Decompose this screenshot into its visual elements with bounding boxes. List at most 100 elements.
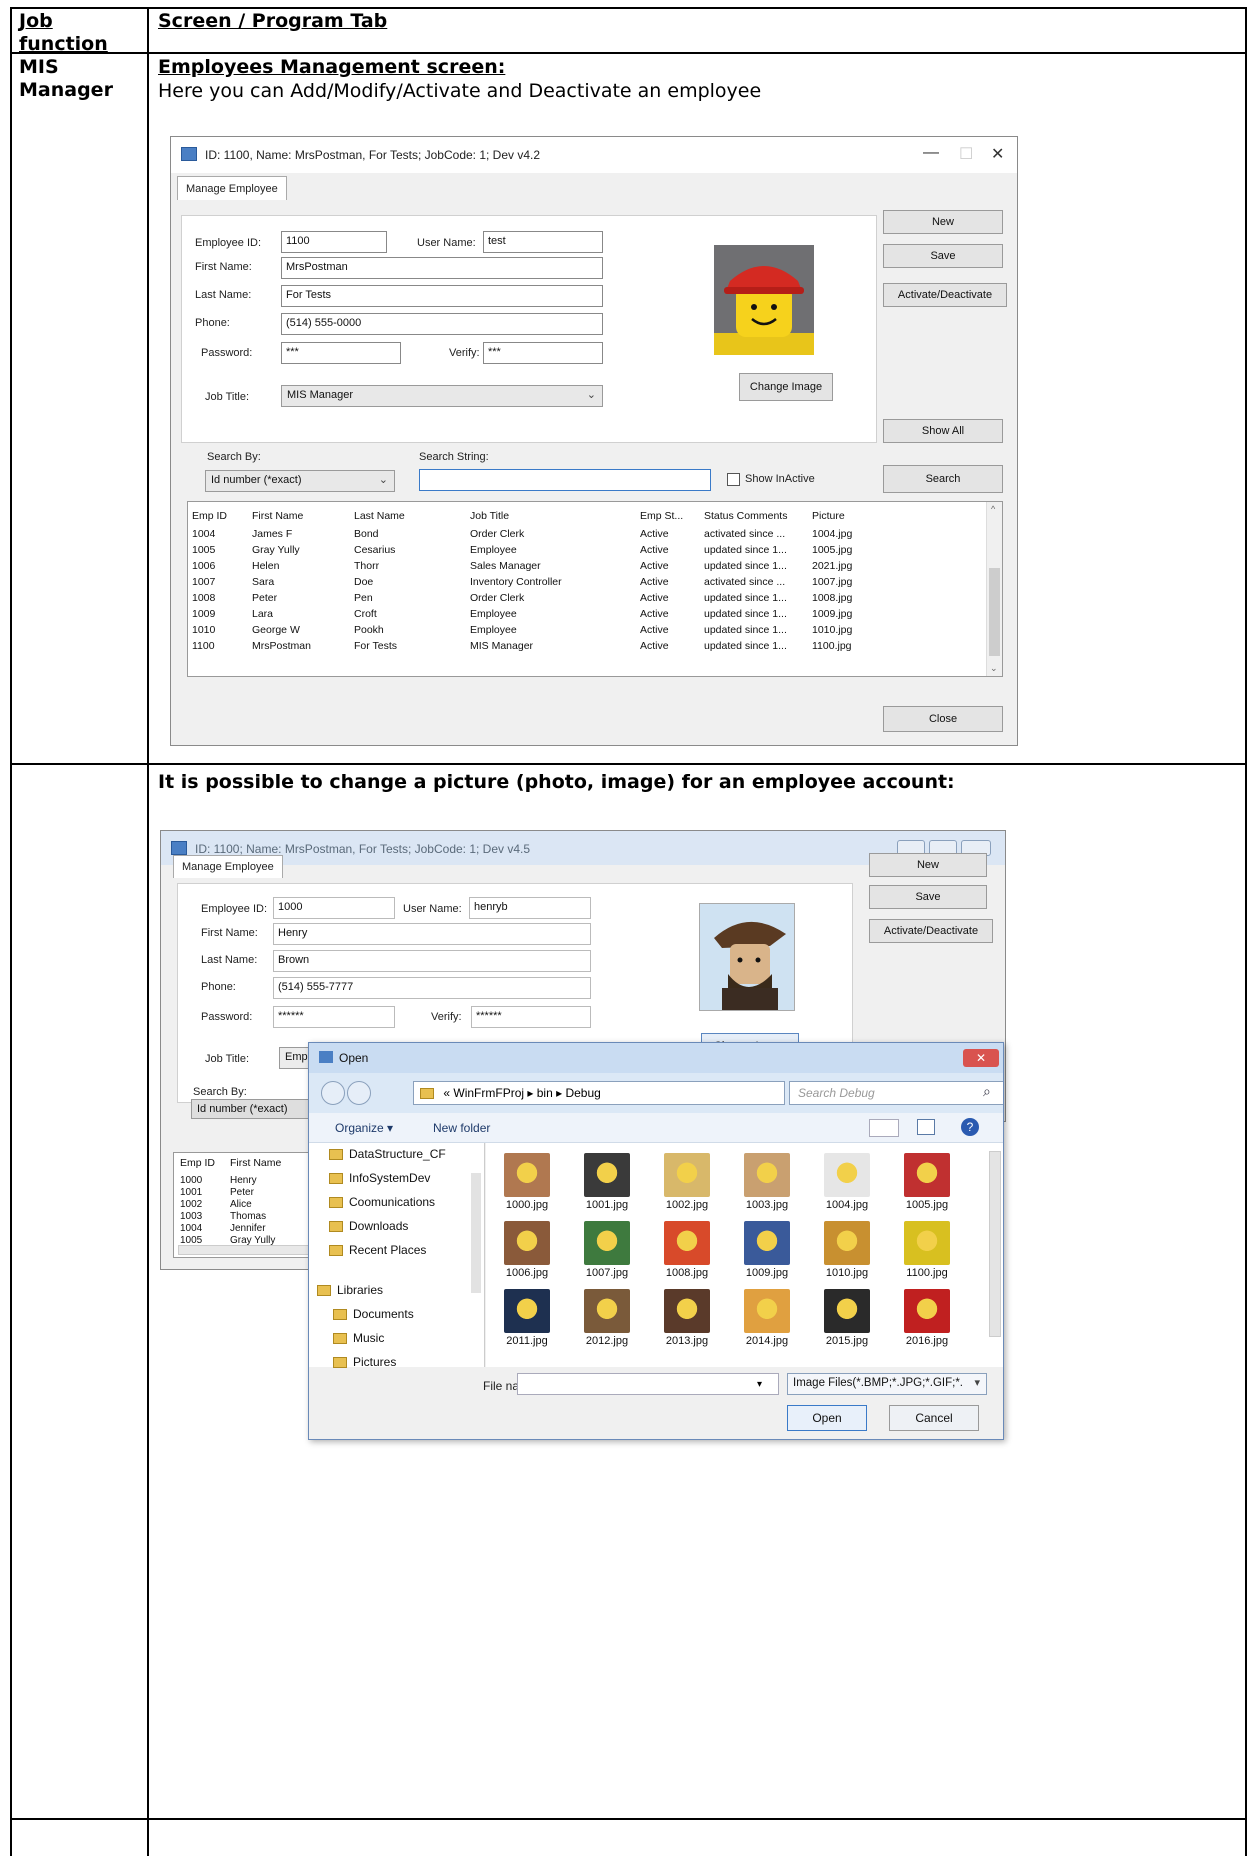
maximize-icon[interactable]: ☐: [959, 144, 973, 164]
chevron-up-icon[interactable]: ^: [991, 504, 995, 514]
nav-tree-item[interactable]: DataStructure_CF: [329, 1147, 446, 1161]
scrollbar-thumb[interactable]: [989, 568, 1000, 656]
save-button[interactable]: Save: [883, 244, 1003, 268]
file-thumbnail-icon[interactable]: [664, 1289, 710, 1333]
grid-header[interactable]: Last Name: [354, 510, 405, 522]
search-string-input[interactable]: [419, 469, 711, 491]
file-name-caption[interactable]: 2016.jpg: [892, 1335, 962, 1347]
file-thumbnail-icon[interactable]: [744, 1221, 790, 1265]
organize-button[interactable]: Organize ▾: [335, 1121, 393, 1135]
employee-id-field[interactable]: 1100: [281, 231, 387, 253]
forward-icon[interactable]: [347, 1081, 371, 1105]
job-title-dropdown[interactable]: MIS Manager ⌄: [281, 385, 603, 407]
file-thumbnail-icon[interactable]: [584, 1153, 630, 1197]
user-name-field[interactable]: henryb: [469, 897, 591, 919]
employees-grid[interactable]: Emp ID First Name 1000 Henry 1001 Peter 1002…: [173, 1152, 319, 1258]
file-thumbnail-icon[interactable]: [824, 1221, 870, 1265]
tab-manage-employee[interactable]: Manage Employee: [173, 855, 283, 878]
cancel-button[interactable]: Cancel: [889, 1405, 979, 1431]
file-name-input[interactable]: [517, 1373, 779, 1395]
file-name-caption[interactable]: 2014.jpg: [732, 1335, 802, 1347]
user-name-field[interactable]: test: [483, 231, 603, 253]
breadcrumb-item[interactable]: «: [443, 1086, 450, 1100]
file-thumbnail-icon[interactable]: [504, 1221, 550, 1265]
breadcrumb-item[interactable]: WinFrmFProj: [453, 1086, 524, 1100]
grid-header[interactable]: Picture: [812, 510, 845, 522]
file-name-caption[interactable]: 1003.jpg: [732, 1199, 802, 1211]
grid-header[interactable]: Job Title: [470, 510, 509, 522]
file-thumbnail-icon[interactable]: [904, 1153, 950, 1197]
file-thumbnail-icon[interactable]: [504, 1153, 550, 1197]
search-icon[interactable]: ⌕: [983, 1083, 991, 1100]
show-all-button[interactable]: Show All: [883, 419, 1003, 443]
grid-header[interactable]: First Name: [252, 510, 303, 522]
first-name-field[interactable]: Henry: [273, 923, 591, 945]
file-thumbnail-icon[interactable]: [664, 1153, 710, 1197]
verify-field[interactable]: ***: [483, 342, 603, 364]
file-thumbnail-icon[interactable]: [904, 1221, 950, 1265]
grid-scrollbar[interactable]: ^ ⌄: [986, 502, 1002, 676]
file-name-caption[interactable]: 1005.jpg: [892, 1199, 962, 1211]
activate-deactivate-button[interactable]: Activate/Deactivate: [869, 919, 993, 943]
file-name-caption[interactable]: 1001.jpg: [572, 1199, 642, 1211]
open-button[interactable]: Open: [787, 1405, 867, 1431]
phone-field[interactable]: (514) 555-0000: [281, 313, 603, 335]
save-button[interactable]: Save: [869, 885, 987, 909]
last-name-field[interactable]: Brown: [273, 950, 591, 972]
close-icon[interactable]: ✕: [991, 144, 1004, 164]
employees-grid[interactable]: Emp ID First Name Last Name Job Title Em…: [187, 501, 1003, 677]
horizontal-scrollbar[interactable]: [178, 1245, 316, 1255]
chevron-down-icon[interactable]: ▾: [757, 1379, 762, 1390]
new-button[interactable]: New: [869, 853, 987, 877]
file-thumbnail-icon[interactable]: [744, 1153, 790, 1197]
nav-tree-item[interactable]: Pictures: [333, 1355, 396, 1369]
file-list-scrollbar[interactable]: [989, 1151, 1001, 1337]
nav-scrollbar[interactable]: [471, 1173, 481, 1293]
search-button[interactable]: Search: [883, 465, 1003, 493]
file-thumbnail-icon[interactable]: [584, 1289, 630, 1333]
phone-field[interactable]: (514) 555-7777: [273, 977, 591, 999]
file-thumbnail-icon[interactable]: [584, 1221, 630, 1265]
file-name-caption[interactable]: 1000.jpg: [492, 1199, 562, 1211]
file-name-caption[interactable]: 2012.jpg: [572, 1335, 642, 1347]
file-thumbnail-icon[interactable]: [824, 1153, 870, 1197]
minimize-icon[interactable]: —: [923, 144, 939, 162]
nav-tree-item[interactable]: Recent Places: [329, 1243, 426, 1257]
close-button[interactable]: Close: [883, 706, 1003, 732]
search-debug-input[interactable]: Search Debug: [789, 1081, 1003, 1105]
file-name-caption[interactable]: 1100.jpg: [892, 1267, 962, 1279]
breadcrumb-item[interactable]: Debug: [565, 1086, 600, 1100]
preview-pane-icon[interactable]: [917, 1119, 935, 1135]
file-name-caption[interactable]: 2011.jpg: [492, 1335, 562, 1347]
file-name-caption[interactable]: 1008.jpg: [652, 1267, 722, 1279]
view-icon[interactable]: [869, 1119, 899, 1137]
nav-tree-item[interactable]: Downloads: [329, 1219, 408, 1233]
first-name-field[interactable]: MrsPostman: [281, 257, 603, 279]
file-name-caption[interactable]: 2013.jpg: [652, 1335, 722, 1347]
activate-deactivate-button[interactable]: Activate/Deactivate: [883, 283, 1007, 307]
file-thumbnail-icon[interactable]: [824, 1289, 870, 1333]
grid-header[interactable]: First Name: [230, 1157, 281, 1169]
verify-field[interactable]: ******: [471, 1006, 591, 1028]
chevron-down-icon[interactable]: ⌄: [990, 663, 998, 674]
tab-manage-employee[interactable]: Manage Employee: [177, 176, 287, 200]
nav-tree-item[interactable]: InfoSystemDev: [329, 1171, 430, 1185]
file-list-pane[interactable]: 1000.jpg 1001.jpg 1002.jpg 1003.jpg 1004.jpg…: [486, 1143, 1003, 1367]
back-icon[interactable]: [321, 1081, 345, 1105]
file-name-caption[interactable]: 1007.jpg: [572, 1267, 642, 1279]
nav-tree-item[interactable]: Documents: [333, 1307, 414, 1321]
change-image-button[interactable]: Change Image: [739, 373, 833, 401]
nav-tree-item[interactable]: Libraries: [317, 1283, 383, 1297]
nav-tree-item[interactable]: Music: [333, 1331, 384, 1345]
breadcrumb-item[interactable]: bin: [537, 1086, 553, 1100]
help-icon[interactable]: ?: [961, 1118, 979, 1136]
new-button[interactable]: New: [883, 210, 1003, 234]
file-name-caption[interactable]: 1010.jpg: [812, 1267, 882, 1279]
file-name-caption[interactable]: 1006.jpg: [492, 1267, 562, 1279]
file-name-caption[interactable]: 1004.jpg: [812, 1199, 882, 1211]
breadcrumb[interactable]: « WinFrmFProj ▸ bin ▸ Debug: [413, 1081, 785, 1105]
file-thumbnail-icon[interactable]: [904, 1289, 950, 1333]
last-name-field[interactable]: For Tests: [281, 285, 603, 307]
file-thumbnail-icon[interactable]: [664, 1221, 710, 1265]
grid-header[interactable]: Emp ID: [192, 510, 227, 522]
